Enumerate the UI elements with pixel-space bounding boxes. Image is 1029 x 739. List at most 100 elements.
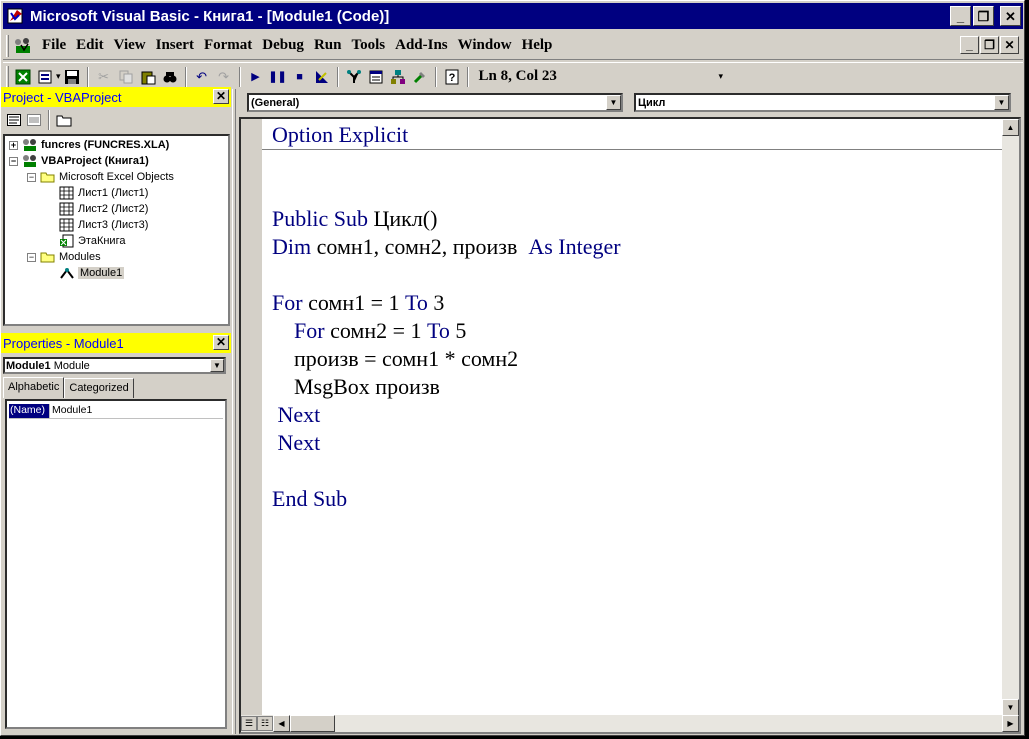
code-line[interactable]: Dim сомн1, сомн2, произв As Integer bbox=[272, 233, 1002, 261]
view-code-icon[interactable] bbox=[4, 111, 24, 129]
code-editor[interactable]: Option Explicit Public Sub Цикл() Dim сомн… bbox=[239, 117, 1021, 734]
doc-minimize-button[interactable]: _ bbox=[960, 36, 979, 54]
horizontal-scrollbar[interactable]: ☰ ☷ ◀ ▶ bbox=[241, 715, 1019, 732]
object-combo[interactable]: (General) ▼ bbox=[247, 93, 623, 112]
vertical-scrollbar[interactable]: ▲ ▼ bbox=[1002, 119, 1019, 716]
collapse-icon[interactable]: − bbox=[27, 252, 36, 262]
toolbox-icon[interactable] bbox=[410, 67, 430, 87]
code-line[interactable] bbox=[272, 149, 1002, 177]
tree-node-sheet2[interactable]: Лист2 (Лист2) bbox=[59, 201, 148, 217]
tree-node-sheet1[interactable]: Лист1 (Лист1) bbox=[59, 185, 148, 201]
tree-node-modules[interactable]: − Modules bbox=[27, 249, 101, 265]
scroll-left-icon[interactable]: ◀ bbox=[273, 715, 290, 732]
tab-alphabetic[interactable]: Alphabetic bbox=[3, 377, 65, 398]
code-line[interactable]: MsgBox произв bbox=[272, 373, 1002, 401]
menu-run[interactable]: Run bbox=[310, 37, 348, 54]
reset-icon[interactable]: ■ bbox=[290, 67, 310, 87]
toolbar-options-icon[interactable]: ▾ bbox=[719, 71, 724, 82]
chevron-down-icon[interactable]: ▼ bbox=[994, 95, 1009, 110]
menu-format[interactable]: Format bbox=[200, 37, 258, 54]
properties-window-icon[interactable] bbox=[366, 67, 386, 87]
code-line[interactable]: End Sub bbox=[272, 485, 1002, 513]
object-browser-icon[interactable] bbox=[388, 67, 408, 87]
excel-icon[interactable] bbox=[13, 67, 33, 87]
properties-pane-close-button[interactable]: ✕ bbox=[213, 335, 229, 350]
object-select[interactable]: Module1 Module ▼ bbox=[3, 357, 226, 374]
scroll-right-icon[interactable]: ▶ bbox=[1002, 715, 1019, 732]
code-line[interactable] bbox=[272, 457, 1002, 485]
help-icon[interactable]: ? bbox=[442, 67, 462, 87]
find-icon[interactable] bbox=[160, 67, 180, 87]
paste-icon[interactable] bbox=[138, 67, 158, 87]
doc-close-button[interactable]: ✕ bbox=[1000, 36, 1019, 54]
menu-help[interactable]: Help bbox=[518, 37, 559, 54]
toolbar-grip[interactable] bbox=[6, 65, 9, 88]
menu-insert[interactable]: Insert bbox=[152, 37, 200, 54]
save-icon[interactable] bbox=[62, 67, 82, 87]
code-text[interactable]: Option Explicit Public Sub Цикл() Dim сомн… bbox=[272, 121, 1002, 513]
break-icon[interactable]: ❚❚ bbox=[268, 67, 288, 87]
minimize-button[interactable]: _ bbox=[950, 6, 971, 26]
collapse-icon[interactable]: − bbox=[9, 156, 18, 166]
menu-window[interactable]: Window bbox=[454, 37, 518, 54]
menu-add-ins[interactable]: Add-Ins bbox=[391, 37, 454, 54]
code-line[interactable]: Option Explicit bbox=[272, 121, 1002, 149]
code-line[interactable]: For сомн1 = 1 To 3 bbox=[272, 289, 1002, 317]
project-pane-title[interactable]: Project - VBAProject ✕ bbox=[1, 87, 231, 107]
run-icon[interactable]: ▶ bbox=[246, 67, 266, 87]
design-mode-icon[interactable] bbox=[312, 67, 332, 87]
scroll-down-icon[interactable]: ▼ bbox=[1002, 699, 1019, 716]
doc-restore-button[interactable]: ❐ bbox=[980, 36, 999, 54]
code-line[interactable] bbox=[272, 177, 1002, 205]
menu-file[interactable]: File bbox=[38, 37, 72, 54]
full-module-view-icon[interactable]: ☷ bbox=[257, 716, 273, 731]
chevron-down-icon[interactable]: ▼ bbox=[210, 359, 224, 372]
code-line[interactable]: произв = сомн1 * сомн2 bbox=[272, 345, 1002, 373]
code-line[interactable]: Next bbox=[272, 401, 1002, 429]
code-line[interactable]: Next bbox=[272, 429, 1002, 457]
toggle-folders-icon[interactable] bbox=[54, 111, 74, 129]
project-explorer-icon[interactable] bbox=[344, 67, 364, 87]
procedure-combo[interactable]: Цикл ▼ bbox=[634, 93, 1011, 112]
copy-icon[interactable] bbox=[116, 67, 136, 87]
restore-button[interactable]: ❐ bbox=[973, 6, 994, 26]
menu-view[interactable]: View bbox=[110, 37, 152, 54]
code-line[interactable] bbox=[272, 261, 1002, 289]
cut-icon[interactable]: ✂ bbox=[94, 67, 114, 87]
tab-categorized[interactable]: Categorized bbox=[64, 378, 134, 398]
title-bar[interactable]: Microsoft Visual Basic - Книга1 - [Modul… bbox=[3, 3, 1023, 29]
undo-icon[interactable]: ↶ bbox=[192, 67, 212, 87]
properties-pane-title[interactable]: Properties - Module1 ✕ bbox=[1, 333, 231, 353]
scroll-up-icon[interactable]: ▲ bbox=[1002, 119, 1019, 136]
collapse-icon[interactable]: − bbox=[27, 172, 36, 182]
close-button[interactable]: ✕ bbox=[1000, 6, 1021, 26]
menu-debug[interactable]: Debug bbox=[258, 37, 310, 54]
menu-tools[interactable]: Tools bbox=[347, 37, 391, 54]
insert-dropdown-icon[interactable]: ▾ bbox=[56, 71, 61, 82]
tree-node-thisworkbook[interactable]: ЭтаКнига bbox=[59, 233, 125, 249]
menubar-grip[interactable] bbox=[6, 34, 9, 57]
tree-node-module1[interactable]: Module1 bbox=[59, 265, 125, 281]
scroll-thumb[interactable] bbox=[290, 715, 335, 732]
menu-edit[interactable]: Edit bbox=[72, 37, 110, 54]
tree-node-excel-objects[interactable]: − Microsoft Excel Objects bbox=[27, 169, 174, 185]
properties-grid[interactable]: (Name) Module1 bbox=[5, 399, 227, 729]
expand-icon[interactable]: + bbox=[9, 140, 18, 150]
pane-splitter[interactable] bbox=[232, 89, 236, 734]
code-line[interactable]: Public Sub Цикл() bbox=[272, 205, 1002, 233]
tree-node-funcres[interactable]: + funcres (FUNCRES.XLA) bbox=[9, 137, 169, 153]
property-row[interactable]: (Name) Module1 bbox=[9, 404, 223, 419]
margin-indicator-bar[interactable] bbox=[241, 119, 262, 716]
view-object-icon[interactable] bbox=[24, 111, 44, 129]
chevron-down-icon[interactable]: ▼ bbox=[606, 95, 621, 110]
project-pane-close-button[interactable]: ✕ bbox=[213, 89, 229, 104]
redo-icon[interactable]: ↷ bbox=[214, 67, 234, 87]
property-value[interactable]: Module1 bbox=[49, 404, 92, 418]
project-tree[interactable]: + funcres (FUNCRES.XLA) − VBAProject (Кн… bbox=[3, 134, 230, 326]
tree-node-sheet3[interactable]: Лист3 (Лист3) bbox=[59, 217, 148, 233]
code-line[interactable]: For сомн2 = 1 To 5 bbox=[272, 317, 1002, 345]
insert-module-icon[interactable] bbox=[35, 67, 55, 87]
procedure-view-icon[interactable]: ☰ bbox=[241, 716, 257, 731]
tree-node-vbaproject[interactable]: − VBAProject (Книга1) bbox=[9, 153, 149, 169]
vba-doc-icon[interactable] bbox=[12, 35, 34, 57]
